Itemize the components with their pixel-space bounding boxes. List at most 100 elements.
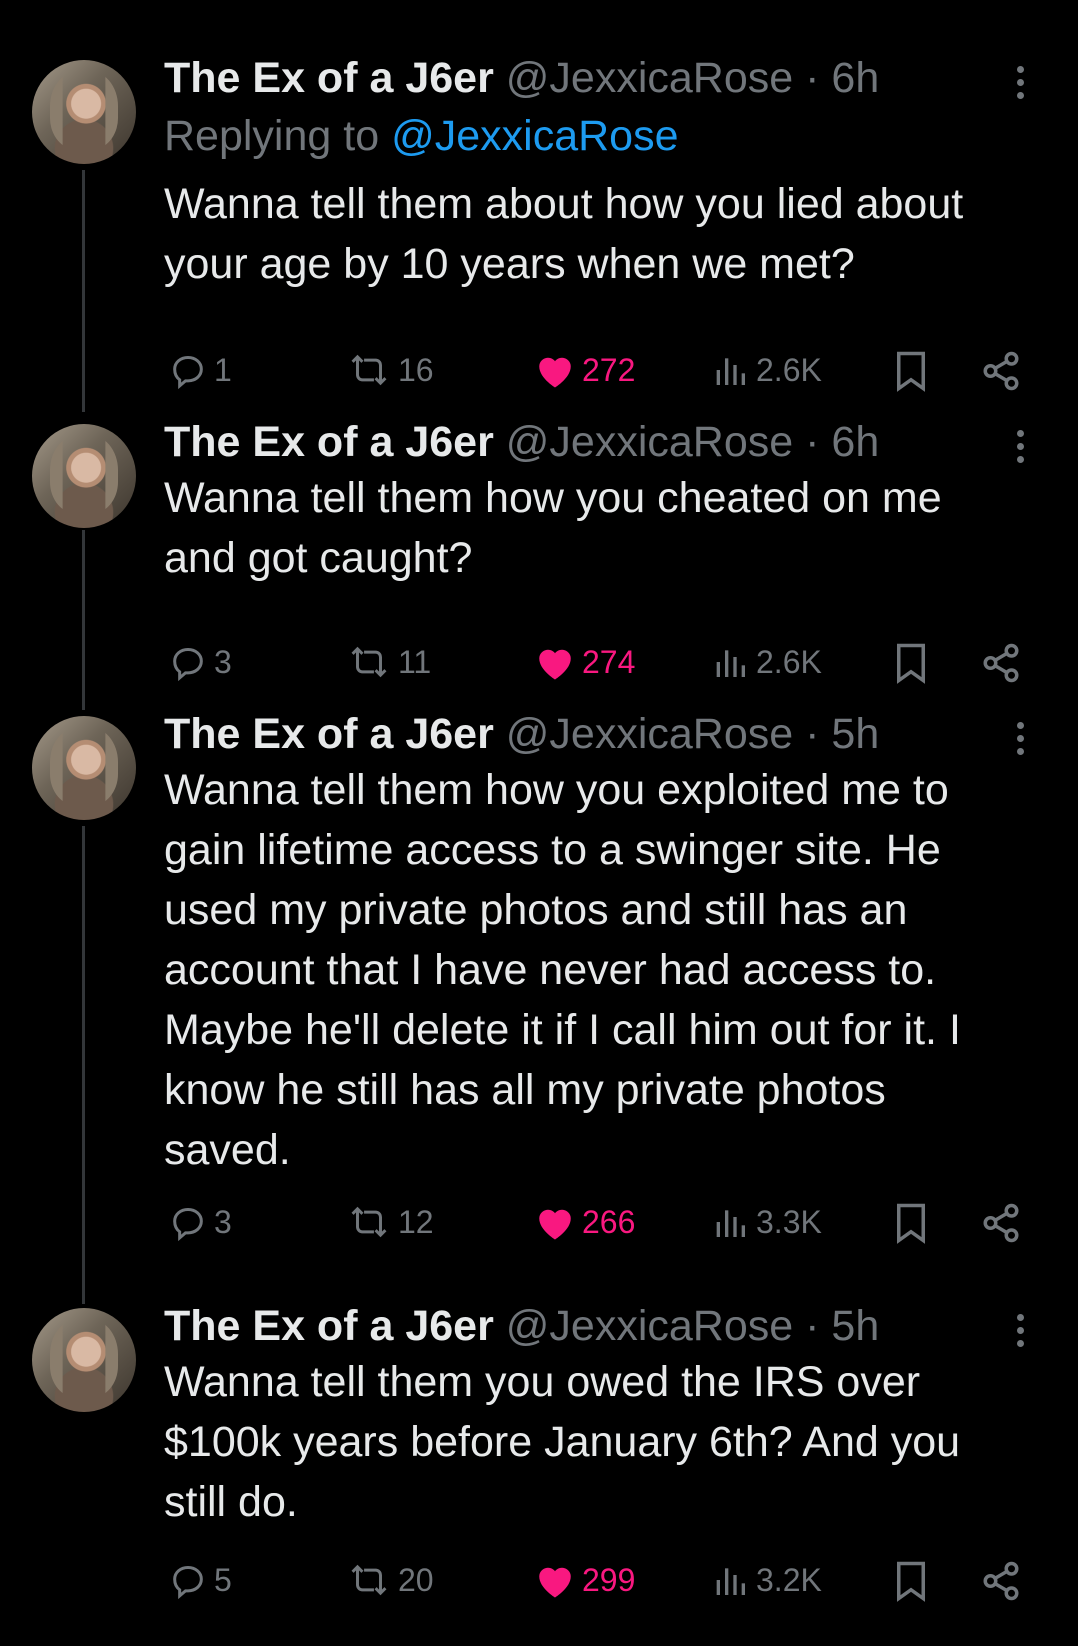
reply-count: 1: [214, 351, 232, 388]
author-name[interactable]: The Ex of a J6er: [164, 710, 494, 758]
author-handle[interactable]: @JexxicaRose: [506, 710, 793, 758]
tweet-text: Wanna tell them how you cheated on me an…: [164, 468, 1044, 588]
bookmark-icon: [897, 1561, 925, 1602]
like-count: 272: [582, 351, 636, 388]
timestamp[interactable]: 5h: [831, 1302, 879, 1350]
retweet-count: 11: [398, 643, 432, 680]
author-name[interactable]: The Ex of a J6er: [164, 1302, 494, 1350]
share-button[interactable]: [980, 1202, 1022, 1244]
reply-count: 5: [214, 1561, 232, 1598]
reply-icon: [173, 647, 203, 682]
author-name[interactable]: The Ex of a J6er: [164, 418, 494, 466]
tweet[interactable]: The Ex of a J6er @JexxicaRose · 6h Reply…: [0, 50, 1078, 410]
retweet-button[interactable]: 20: [346, 1560, 434, 1600]
bookmark-button[interactable]: [893, 1202, 929, 1244]
tweet-line: gain lifetime access to a swinger site. …: [164, 826, 941, 874]
tweet-line: your age by 10 years when we met?: [164, 240, 855, 288]
tweet[interactable]: The Ex of a J6er @JexxicaRose · 5h Wanna…: [0, 1298, 1078, 1618]
reply-button[interactable]: 5: [168, 1560, 232, 1600]
retweet-count: 12: [398, 1203, 434, 1240]
replying-handle-link[interactable]: @JexxicaRose: [391, 112, 678, 160]
views-icon: [716, 358, 745, 385]
reply-icon: [173, 1565, 203, 1600]
like-count: 266: [582, 1203, 636, 1240]
tweet-header: The Ex of a J6er @JexxicaRose · 6h: [164, 414, 879, 470]
like-button[interactable]: 274: [534, 642, 635, 682]
view-count: 3.3K: [756, 1203, 822, 1240]
retweet-button[interactable]: 12: [346, 1202, 434, 1242]
more-icon[interactable]: [1017, 430, 1027, 469]
timestamp[interactable]: 6h: [831, 418, 879, 466]
tweet-text: Wanna tell them how you exploited me to …: [164, 760, 1044, 1180]
share-icon: [983, 351, 1019, 391]
like-button[interactable]: 272: [534, 350, 635, 390]
timestamp[interactable]: 5h: [831, 710, 879, 758]
reply-count: 3: [214, 1203, 232, 1240]
tweet-line: Wanna tell them how you cheated on me: [164, 474, 942, 522]
tweet-line: still do.: [164, 1478, 298, 1526]
replying-label: Replying to: [164, 112, 392, 160]
action-bar: 3 11 274 2.6K: [0, 642, 1078, 692]
reply-button[interactable]: 3: [168, 642, 232, 682]
more-icon[interactable]: [1017, 1314, 1027, 1353]
tweet[interactable]: The Ex of a J6er @JexxicaRose · 5h Wanna…: [0, 706, 1078, 1266]
bookmark-button[interactable]: [893, 350, 929, 392]
tweet[interactable]: The Ex of a J6er @JexxicaRose · 6h Wanna…: [0, 414, 1078, 684]
retweet-count: 16: [398, 351, 434, 388]
more-icon[interactable]: [1017, 722, 1027, 761]
like-count: 299: [582, 1561, 636, 1598]
action-bar: 1 16 272 2.6K: [0, 350, 1078, 400]
retweet-count: 20: [398, 1561, 434, 1598]
reply-count: 3: [214, 643, 232, 680]
heart-icon: [539, 649, 571, 680]
views-icon: [716, 1568, 745, 1595]
views-icon: [716, 1210, 745, 1237]
separator-dot: ·: [793, 418, 832, 466]
view-count: 3.2K: [756, 1561, 822, 1598]
bookmark-button[interactable]: [893, 642, 929, 684]
separator-dot: ·: [793, 54, 832, 102]
avatar[interactable]: [32, 60, 136, 164]
avatar[interactable]: [32, 716, 136, 820]
like-button[interactable]: 266: [534, 1202, 635, 1242]
views-button[interactable]: 3.3K: [710, 1202, 822, 1242]
view-count: 2.6K: [756, 351, 822, 388]
reply-button[interactable]: 3: [168, 1202, 232, 1242]
more-icon[interactable]: [1017, 66, 1027, 105]
share-button[interactable]: [980, 642, 1022, 684]
views-button[interactable]: 3.2K: [710, 1560, 822, 1600]
avatar[interactable]: [32, 424, 136, 528]
author-handle[interactable]: @JexxicaRose: [506, 54, 793, 102]
retweet-icon: [351, 646, 387, 678]
bookmark-icon: [897, 351, 925, 392]
retweet-icon: [351, 1564, 387, 1596]
heart-icon: [539, 1209, 571, 1240]
tweet-text: Wanna tell them you owed the IRS over $1…: [164, 1352, 1044, 1532]
tweet-line: know he still has all my private photos: [164, 1066, 886, 1114]
retweet-button[interactable]: 16: [346, 350, 434, 390]
tweet-line: Wanna tell them about how you lied about: [164, 180, 964, 228]
tweet-line: used my private photos and still has an: [164, 886, 908, 934]
tweet-line: and got caught?: [164, 534, 473, 582]
reply-button[interactable]: 1: [168, 350, 232, 390]
bookmark-button[interactable]: [893, 1560, 929, 1602]
views-button[interactable]: 2.6K: [710, 350, 822, 390]
retweet-button[interactable]: 11: [346, 642, 431, 682]
views-button[interactable]: 2.6K: [710, 642, 822, 682]
separator-dot: ·: [793, 1302, 832, 1350]
share-button[interactable]: [980, 350, 1022, 392]
tweet-header: The Ex of a J6er @JexxicaRose · 5h: [164, 706, 879, 762]
timestamp[interactable]: 6h: [831, 54, 879, 102]
tweet-line: account that I have never had access to.: [164, 946, 937, 994]
share-button[interactable]: [980, 1560, 1022, 1602]
retweet-icon: [351, 354, 387, 386]
bookmark-icon: [897, 1203, 925, 1244]
avatar[interactable]: [32, 1308, 136, 1412]
author-handle[interactable]: @JexxicaRose: [506, 1302, 793, 1350]
author-name[interactable]: The Ex of a J6er: [164, 54, 494, 102]
tweet-line: $100k years before January 6th? And you: [164, 1418, 961, 1466]
action-bar: 3 12 266 3.3K: [0, 1202, 1078, 1252]
author-handle[interactable]: @JexxicaRose: [506, 418, 793, 466]
like-button[interactable]: 299: [534, 1560, 635, 1600]
like-count: 274: [582, 643, 636, 680]
